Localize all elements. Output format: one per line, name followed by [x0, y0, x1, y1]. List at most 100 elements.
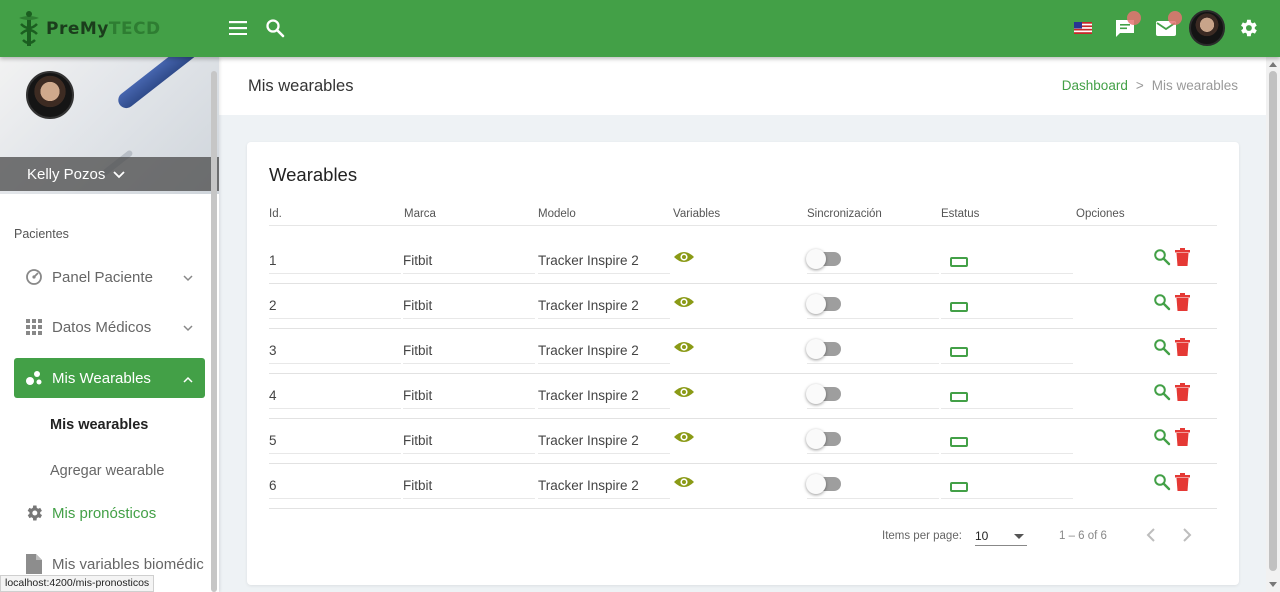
delete-icon[interactable]: [1175, 428, 1190, 450]
cell-marca: Fitbit: [403, 433, 433, 448]
sidebar-scrollbar[interactable]: [211, 71, 217, 592]
cell-modelo: Tracker Inspire 2: [538, 298, 639, 313]
delete-icon[interactable]: [1175, 383, 1190, 405]
column-header-marca: Marca: [404, 208, 436, 220]
status-battery-icon: [950, 347, 968, 357]
status-bar-url: localhost:4200/mis-pronosticos: [0, 575, 155, 592]
delete-icon[interactable]: [1175, 338, 1190, 360]
eye-icon[interactable]: [673, 249, 695, 269]
sidebar: Kelly Pozos Pacientes Panel Paciente Dat…: [0, 57, 219, 592]
cell-underline: [807, 318, 939, 319]
cell-id: 5: [269, 433, 277, 448]
previous-page-button[interactable]: [1145, 527, 1157, 546]
scroll-down-arrow-icon[interactable]: [1269, 582, 1277, 587]
bubbles-icon: [24, 368, 44, 388]
column-header-opciones: Opciones: [1076, 208, 1125, 220]
eye-icon[interactable]: [673, 339, 695, 359]
sidebar-item-mis-pronosticos[interactable]: Mis pronósticos: [14, 493, 205, 533]
column-header-estatus: Estatus: [941, 208, 980, 220]
status-battery-icon: [950, 482, 968, 492]
breadcrumb-separator: >: [1135, 78, 1144, 93]
cell-underline: [941, 363, 1073, 364]
status-battery-icon: [950, 302, 968, 312]
eye-icon[interactable]: [673, 384, 695, 404]
cell-underline: [941, 498, 1073, 499]
sidebar-subitem-mis-wearables[interactable]: Mis wearables: [50, 417, 148, 433]
table-row: 2 Fitbit Tracker Inspire 2: [269, 284, 1217, 329]
cell-underline: [538, 363, 670, 364]
profile-menu-toggle[interactable]: Kelly Pozos: [0, 157, 219, 191]
cell-modelo: Tracker Inspire 2: [538, 433, 639, 448]
toggle-knob: [806, 474, 826, 494]
sidebar-avatar[interactable]: [26, 71, 74, 119]
menu-icon[interactable]: [228, 18, 248, 38]
cell-underline: [941, 408, 1073, 409]
cell-id: 6: [269, 478, 277, 493]
cell-underline: [269, 408, 401, 409]
delete-icon[interactable]: [1175, 248, 1190, 270]
table-row: 3 Fitbit Tracker Inspire 2: [269, 329, 1217, 374]
eye-icon[interactable]: [673, 474, 695, 494]
items-per-page-select[interactable]: 10: [975, 526, 1027, 546]
sync-toggle[interactable]: [806, 429, 841, 449]
scroll-up-arrow-icon[interactable]: [1269, 62, 1277, 67]
sync-toggle[interactable]: [806, 249, 841, 269]
cell-marca: Fitbit: [403, 343, 433, 358]
sync-toggle[interactable]: [806, 294, 841, 314]
eye-icon[interactable]: [673, 429, 695, 449]
column-header-modelo: Modelo: [538, 208, 576, 220]
search-icon[interactable]: [264, 17, 286, 39]
pen-decoration: [115, 57, 219, 112]
sidebar-item-label: Mis Wearables: [52, 369, 151, 387]
search-icon[interactable]: [1153, 383, 1171, 405]
search-icon[interactable]: [1153, 293, 1171, 315]
eye-icon[interactable]: [673, 294, 695, 314]
profile-header: Kelly Pozos: [0, 57, 219, 194]
items-per-page-value: 10: [975, 529, 989, 543]
sync-toggle[interactable]: [806, 474, 841, 494]
sync-toggle[interactable]: [806, 339, 841, 359]
header-divider: [269, 225, 1217, 226]
cell-marca: Fitbit: [403, 478, 433, 493]
dropdown-arrow-icon: [1014, 534, 1024, 539]
cell-id: 3: [269, 343, 277, 358]
cell-modelo: Tracker Inspire 2: [538, 343, 639, 358]
gear-icon[interactable]: [1236, 16, 1260, 40]
us-flag-icon[interactable]: [1073, 21, 1093, 35]
search-icon[interactable]: [1153, 338, 1171, 360]
search-icon[interactable]: [1153, 248, 1171, 270]
sidebar-item-datos-medicos[interactable]: Datos Médicos: [14, 307, 205, 347]
card-title: Wearables: [269, 164, 358, 185]
status-battery-icon: [950, 257, 968, 267]
sidebar-subitem-agregar-wearable[interactable]: Agregar wearable: [50, 463, 164, 479]
cell-underline: [403, 273, 535, 274]
table-row: 5 Fitbit Tracker Inspire 2: [269, 419, 1217, 464]
sync-toggle[interactable]: [806, 384, 841, 404]
search-icon[interactable]: [1153, 428, 1171, 450]
delete-icon[interactable]: [1175, 293, 1190, 315]
grid-icon: [24, 317, 44, 337]
sidebar-item-panel-paciente[interactable]: Panel Paciente: [14, 257, 205, 297]
search-icon[interactable]: [1153, 473, 1171, 495]
cell-modelo: Tracker Inspire 2: [538, 253, 639, 268]
toggle-knob: [806, 294, 826, 314]
breadcrumb-link-dashboard[interactable]: Dashboard: [1062, 78, 1128, 93]
cell-marca: Fitbit: [403, 253, 433, 268]
status-battery-icon: [950, 392, 968, 402]
document-icon: [24, 554, 44, 574]
cell-underline: [807, 453, 939, 454]
chevron-down-icon: [183, 269, 193, 286]
toggle-knob: [806, 384, 826, 404]
mail-badge: [1168, 11, 1182, 25]
cell-marca: Fitbit: [403, 388, 433, 403]
user-avatar[interactable]: [1189, 10, 1225, 46]
sidebar-item-label: Datos Médicos: [52, 318, 152, 336]
user-name: Kelly Pozos: [27, 165, 106, 183]
scroll-thumb[interactable]: [1269, 71, 1277, 571]
main-scrollbar[interactable]: [1266, 57, 1280, 592]
delete-icon[interactable]: [1175, 473, 1190, 495]
sidebar-item-mis-wearables[interactable]: Mis Wearables: [14, 358, 205, 398]
chevron-down-icon: [113, 166, 126, 183]
brand-logo[interactable]: PreMyTECD: [14, 10, 161, 48]
next-page-button[interactable]: [1181, 527, 1193, 546]
